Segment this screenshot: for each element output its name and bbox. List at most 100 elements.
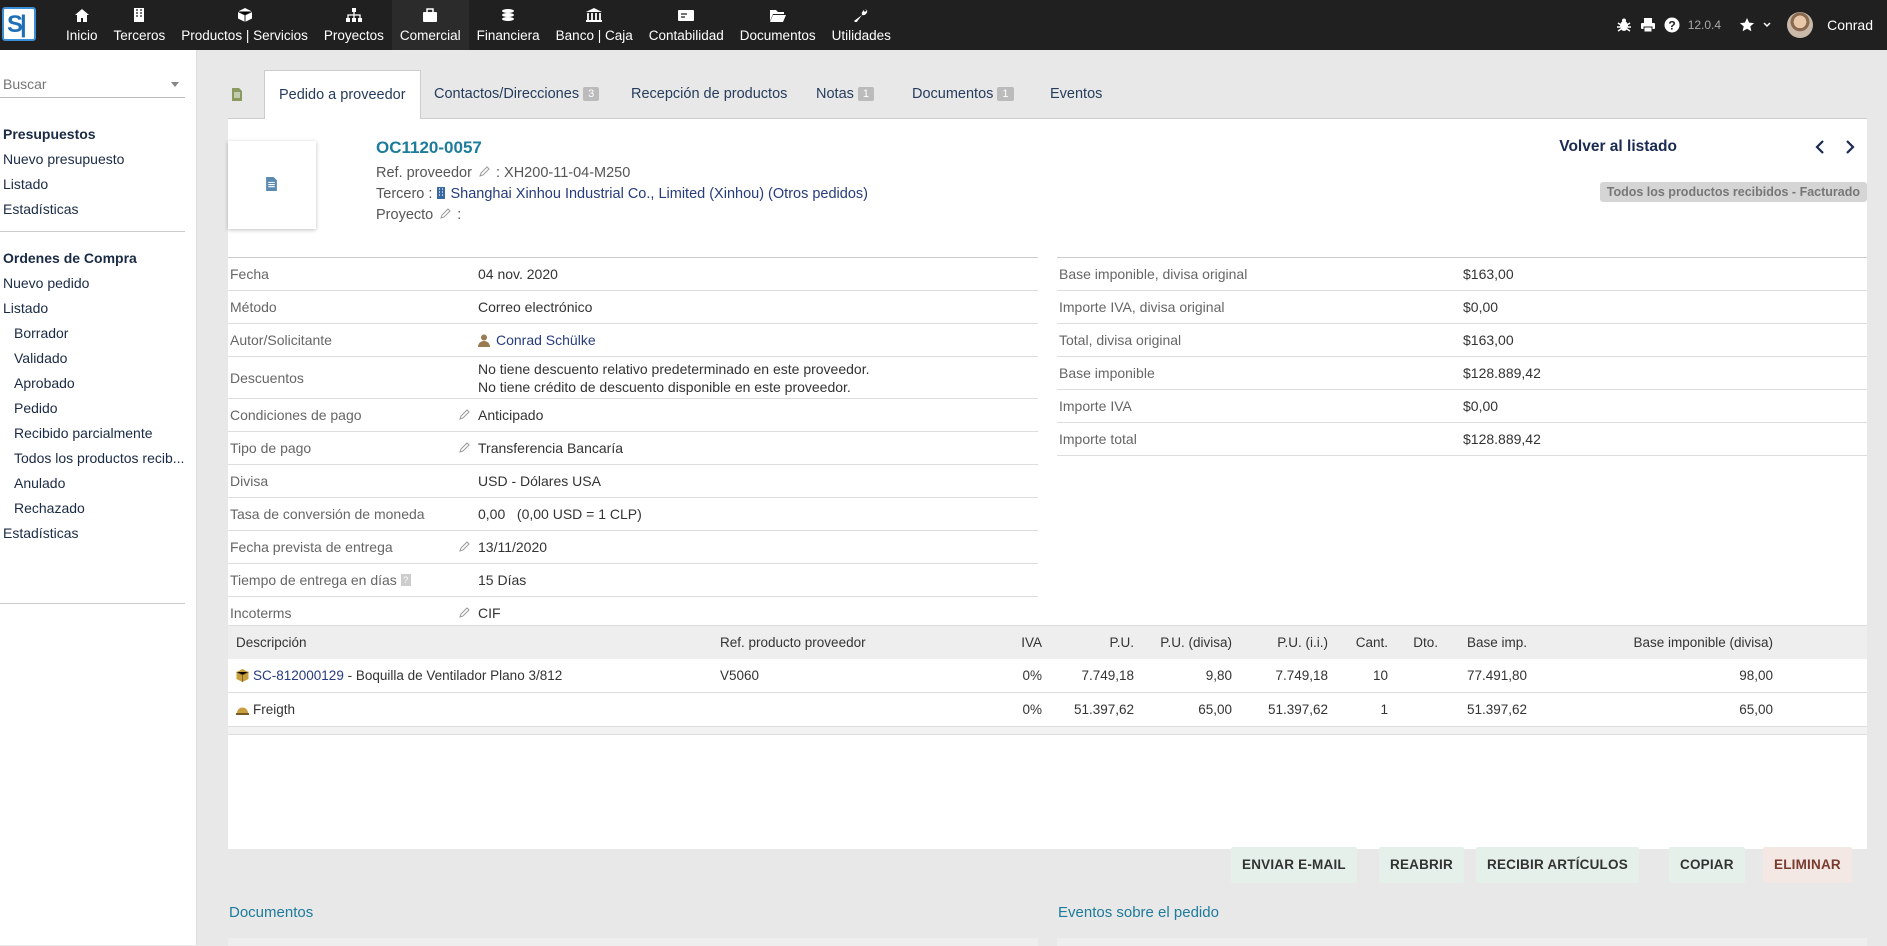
field-row: Tasa de conversión de moneda 0,00 (0,00 U… (228, 498, 1038, 531)
sidebar-section-title[interactable]: Ordenes de Compra (0, 246, 185, 271)
sidebar-item-validado[interactable]: Validado (0, 346, 185, 371)
sidebar-item-aprobado[interactable]: Aprobado (0, 371, 185, 396)
help-icon[interactable]: ? (400, 574, 411, 586)
count-badge: 3 (583, 87, 600, 101)
amount-label: Importe IVA (1059, 398, 1132, 414)
chevron-right-icon[interactable] (1843, 139, 1857, 155)
pencil-icon[interactable] (458, 541, 470, 553)
field-row: Condiciones de pago Anticipado (228, 399, 1038, 432)
sidebar-item-nuevo-pedido[interactable]: Nuevo pedido (0, 271, 185, 296)
document-icon (266, 177, 277, 191)
sidebar-item-listado[interactable]: Listado (0, 296, 185, 321)
menu-item-terceros[interactable]: Terceros (106, 0, 174, 50)
menu-item-label: Proyectos (323, 28, 384, 43)
third-party-link[interactable]: Shanghai Xinhou Industrial Co., Limited … (450, 186, 868, 202)
order-amounts-right: Base imponible, divisa original $163,00 Im… (1057, 257, 1867, 456)
table-row[interactable]: SC-812000129 - Boquilla de Ventilador Pl… (228, 659, 1867, 693)
tab-label: Eventos (1050, 86, 1103, 102)
top-right-area: ? 12.0.4 Conrad (1616, 0, 1887, 50)
tab-label: Contactos/Direcciones (434, 86, 580, 102)
sidebar-item-rechazado[interactable]: Rechazado (0, 496, 185, 521)
bookmark-star-icon[interactable] (1739, 17, 1755, 33)
caret-down-icon[interactable] (171, 82, 179, 87)
cube-icon (237, 8, 252, 22)
sidebar-item-pedido[interactable]: Pedido (0, 396, 185, 421)
user-link[interactable]: Conrad Schülke (496, 332, 596, 348)
back-to-list-link[interactable]: Volver al listado (1559, 138, 1677, 156)
line-cell-base-currency: 65,00 (1739, 702, 1773, 717)
line-description: SC-812000129 - Boquilla de Ventilador Pl… (228, 668, 716, 683)
amount-label: Importe total (1059, 431, 1137, 447)
sidebar-item-listado[interactable]: Listado (0, 172, 185, 197)
search-box[interactable] (0, 76, 185, 98)
avatar[interactable] (1787, 12, 1814, 38)
chevron-down-icon[interactable] (1763, 21, 1771, 29)
sidebar-item-estadísticas[interactable]: Estadísticas (0, 197, 185, 222)
home-icon (74, 9, 89, 22)
tab-pedido-proveedor[interactable]: Pedido a proveedor (264, 70, 421, 120)
field-value: Transferencia Bancaría (478, 440, 623, 456)
bug-icon[interactable] (1616, 17, 1632, 33)
menu-item-contabilidad[interactable]: Contabilidad (641, 0, 732, 50)
pencil-icon[interactable] (458, 409, 470, 421)
amount-label: Base imponible, divisa original (1059, 266, 1248, 282)
line-cell-pu-ii: 7.749,18 (1275, 668, 1328, 683)
tab-documentos[interactable]: Documentos 1 (898, 70, 1028, 119)
field-label-text: Incoterms (230, 605, 292, 621)
sidebar-section-title[interactable]: Presupuestos (0, 122, 185, 147)
amount-row: Base imponible $128.889,42 (1057, 357, 1867, 390)
field-row: Tipo de pago Transferencia Bancaría (228, 432, 1038, 465)
field-row: Descuentos No tiene descuento relativo pr… (228, 357, 1038, 399)
field-value-line: No tiene crédito de descuento disponible… (478, 378, 851, 395)
receive-items-button[interactable]: RECIBIR ARTÍCULOS (1476, 847, 1639, 883)
tab-notas[interactable]: Notas 1 (802, 70, 888, 119)
pencil-icon[interactable] (458, 607, 470, 619)
third-party-label: Tercero : (376, 186, 433, 202)
field-label: Tipo de pago (228, 432, 478, 464)
line-description: Freigth (228, 702, 716, 717)
tab-recepcion[interactable]: Recepción de productos (617, 70, 801, 119)
sidebar-item-borrador[interactable]: Borrador (0, 321, 185, 346)
amount-row: Importe total $128.889,42 (1057, 423, 1867, 456)
sidebar-item-todos-los-productos-recib[interactable]: Todos los productos recib... (0, 446, 185, 471)
menu-item-banco-caja[interactable]: Banco | Caja (548, 0, 641, 50)
reopen-button[interactable]: REABRIR (1379, 847, 1464, 883)
sidebar-item-estadísticas[interactable]: Estadísticas (0, 521, 185, 546)
column-header: IVA (1021, 635, 1042, 650)
amount-row: Total, divisa original $163,00 (1057, 324, 1867, 357)
field-row: Método Correo electrónico (228, 291, 1038, 324)
sidebar-item-recibido-parcialmente[interactable]: Recibido parcialmente (0, 421, 185, 446)
search-input[interactable] (0, 76, 160, 92)
sidebar-item-anulado[interactable]: Anulado (0, 471, 185, 496)
tab-card-icon[interactable] (228, 70, 264, 119)
print-icon[interactable] (1640, 17, 1656, 33)
menu-item-comercial[interactable]: Comercial (391, 0, 469, 50)
menu-item-utilidades[interactable]: Utilidades (824, 0, 899, 50)
menu-item-documentos[interactable]: Documentos (732, 0, 824, 50)
table-row[interactable]: Freigth 0% 51.397,62 65,00 51.397,62 1 51.397,… (228, 693, 1867, 727)
delete-button[interactable]: ELIMINAR (1763, 847, 1852, 883)
documents-section-title: Documentos (229, 904, 314, 921)
send-email-button[interactable]: ENVIAR E-MAIL (1231, 847, 1357, 883)
user-name[interactable]: Conrad (1827, 17, 1873, 33)
chevron-left-icon[interactable] (1813, 139, 1827, 155)
field-value: Conrad Schülke (478, 324, 596, 356)
menu-item-inicio[interactable]: Inicio (58, 0, 106, 50)
menu-item-proyectos[interactable]: Proyectos (316, 0, 392, 50)
menu-item-productos-servicios[interactable]: Productos | Servicios (173, 0, 316, 50)
sidebar-item-nuevo-presupuesto[interactable]: Nuevo presupuesto (0, 147, 185, 172)
amount-value: $163,00 (1463, 332, 1514, 348)
app-logo[interactable]: S| (2, 7, 36, 41)
pencil-icon[interactable] (458, 442, 470, 454)
tab-eventos[interactable]: Eventos (1036, 70, 1116, 119)
menu-item-financiera[interactable]: Financiera (469, 0, 548, 50)
amount-row: Importe IVA $0,00 (1057, 390, 1867, 423)
pencil-icon[interactable] (478, 166, 490, 178)
pencil-icon[interactable] (439, 208, 451, 220)
copy-button[interactable]: COPIAR (1669, 847, 1745, 883)
help-icon[interactable]: ? (1664, 17, 1680, 33)
line-cell-supplier-ref: V5060 (720, 668, 760, 683)
bank-icon (586, 8, 603, 22)
tab-contactos[interactable]: Contactos/Direcciones 3 (420, 70, 613, 119)
product-ref-link[interactable]: SC-812000129 (253, 668, 344, 683)
